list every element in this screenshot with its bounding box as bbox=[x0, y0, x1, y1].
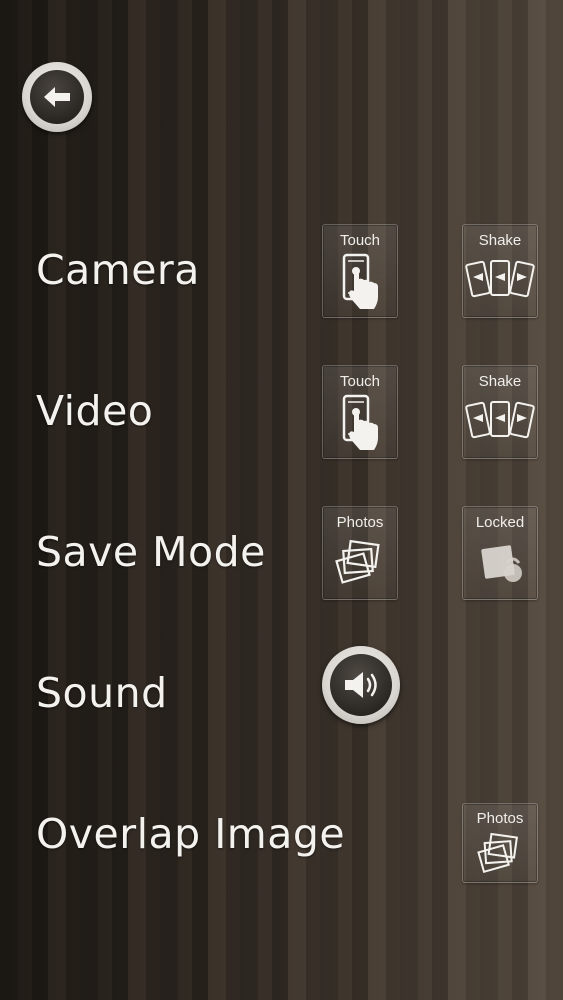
save-mode-locked-label: Locked bbox=[475, 514, 525, 531]
video-shake-label: Shake bbox=[478, 373, 522, 390]
camera-label: Camera bbox=[36, 246, 200, 294]
video-touch-label: Touch bbox=[339, 373, 381, 390]
photos-stack-icon bbox=[477, 832, 519, 874]
back-button[interactable] bbox=[22, 62, 92, 132]
camera-touch-option[interactable]: Touch bbox=[322, 224, 398, 318]
overlap-image-photos-option[interactable]: Photos bbox=[462, 803, 538, 883]
camera-touch-label: Touch bbox=[339, 232, 381, 249]
locked-photo-icon bbox=[481, 545, 522, 582]
video-touch-option[interactable]: Touch bbox=[322, 365, 398, 459]
touch-phone-icon bbox=[342, 394, 378, 450]
touch-phone-icon bbox=[342, 253, 378, 309]
save-mode-photos-option[interactable]: Photos bbox=[322, 506, 398, 600]
speaker-icon bbox=[345, 672, 377, 698]
sound-toggle-button[interactable] bbox=[322, 646, 400, 724]
photos-stack-icon bbox=[335, 539, 380, 584]
back-button-face bbox=[30, 70, 84, 124]
overlap-image-photos-label: Photos bbox=[476, 810, 524, 827]
overlap-image-label: Overlap Image bbox=[36, 810, 346, 858]
camera-shake-label: Shake bbox=[478, 232, 522, 249]
video-shake-option[interactable]: Shake bbox=[462, 365, 538, 459]
camera-shake-option[interactable]: Shake bbox=[462, 224, 538, 318]
save-mode-locked-option[interactable]: Locked bbox=[462, 506, 538, 600]
save-mode-label: Save Mode bbox=[36, 528, 266, 576]
sound-label: Sound bbox=[36, 669, 168, 717]
video-label: Video bbox=[36, 387, 154, 435]
save-mode-photos-label: Photos bbox=[336, 514, 384, 531]
shake-phones-icon bbox=[465, 260, 535, 298]
shake-phones-icon bbox=[465, 401, 535, 439]
back-arrow-icon bbox=[44, 87, 70, 107]
sound-button-face bbox=[330, 654, 392, 716]
